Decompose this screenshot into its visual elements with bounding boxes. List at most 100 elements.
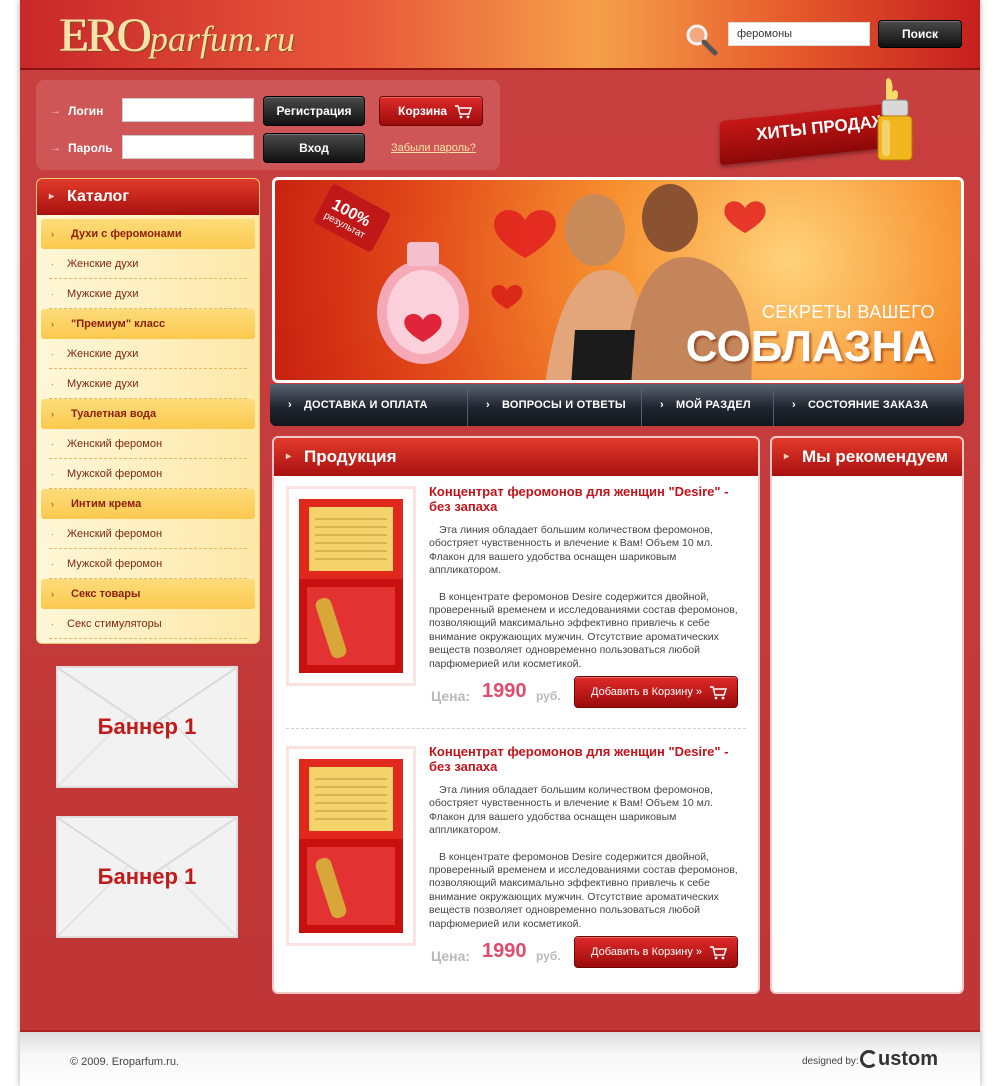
catalog-item-label: Секс товары: [71, 588, 141, 600]
site-logo[interactable]: EROparfum.ru: [60, 8, 295, 62]
add-to-cart-button[interactable]: Добавить в Корзину »: [574, 676, 738, 708]
catalog-group[interactable]: › Туалетная вода: [41, 399, 255, 429]
cart-icon: [710, 686, 727, 700]
catalog-group[interactable]: › Секс товары: [41, 579, 255, 609]
catalog-item[interactable]: · Мужские духи: [37, 279, 259, 309]
bullet-icon: ·: [51, 259, 54, 269]
catalog-item-label: Интим крема: [71, 498, 142, 510]
products-title: Продукция: [304, 447, 397, 466]
nav-item-my-section[interactable]: › МОЙ РАЗДЕЛ: [642, 384, 774, 426]
arrow-icon: ▸: [784, 451, 790, 462]
bullet-icon: ›: [51, 229, 54, 239]
bullet-icon: ·: [51, 619, 54, 629]
product-description: Эта линия обладает большим количеством ф…: [429, 784, 747, 944]
catalog-group[interactable]: › Духи с феромонами: [41, 219, 255, 249]
chevron-right-icon: ›: [792, 399, 796, 411]
catalog-item-label: Секс стимуляторы: [67, 618, 162, 630]
catalog-group[interactable]: › "Премиум" класс: [41, 309, 255, 339]
catalog-header: ▸ Каталог: [37, 179, 259, 215]
product-desc-1: Эта линия обладает большим количеством ф…: [429, 784, 713, 837]
price-currency: руб.: [536, 689, 561, 703]
add-to-cart-label: Добавить в Корзину »: [591, 686, 703, 698]
banner-label: Баннер 1: [97, 864, 197, 889]
banner-label: Баннер 1: [97, 714, 197, 739]
recommend-title: Мы рекомендуем: [802, 447, 949, 466]
catalog-item-label: Духи с феромонами: [71, 228, 182, 240]
catalog-item-label: Мужские духи: [67, 288, 139, 300]
arrow-icon: →: [50, 142, 61, 154]
add-to-cart-label: Добавить в Корзину »: [591, 946, 703, 958]
catalog-item[interactable]: · Женский феромон: [37, 429, 259, 459]
cart-button-label: Корзина: [398, 104, 448, 118]
product-title[interactable]: Концентрат феромонов для женщин "Desire"…: [429, 744, 729, 774]
hero-banner[interactable]: 100% результат СЕКРЕТЫ ВАШЕГО СОБЛАЗНА: [272, 177, 964, 383]
catalog-item[interactable]: · Женский феромон: [37, 519, 259, 549]
chevron-right-icon: ›: [486, 399, 490, 411]
lighter-icon: [877, 78, 913, 161]
product-divider: [286, 728, 746, 729]
header: EROparfum.ru Поиск: [20, 0, 980, 70]
arrow-icon: ▸: [49, 191, 55, 202]
product-image[interactable]: [286, 746, 416, 946]
cart-icon: [710, 946, 727, 960]
products-header: ▸ Продукция: [274, 438, 758, 476]
catalog-item[interactable]: · Секс стимуляторы: [37, 609, 259, 639]
catalog-separator: [49, 638, 247, 639]
product-title[interactable]: Концентрат феромонов для женщин "Desire"…: [429, 484, 729, 514]
arrow-icon: →: [50, 105, 61, 117]
add-to-cart-button[interactable]: Добавить в Корзину »: [574, 936, 738, 968]
catalog-item-label: "Премиум" класс: [71, 318, 166, 330]
password-label: Пароль: [68, 141, 113, 155]
catalog-item-label: Женские духи: [67, 258, 139, 270]
nav-label: ВОПРОСЫ И ОТВЕТЫ: [502, 399, 626, 411]
nav-label: ДОСТАВКА И ОПЛАТА: [304, 399, 428, 411]
login-button[interactable]: Вход: [263, 133, 365, 163]
password-field[interactable]: [122, 135, 254, 159]
catalog-group[interactable]: › Интим крема: [41, 489, 255, 519]
cart-button[interactable]: Корзина: [379, 96, 483, 126]
catalog-item[interactable]: · Женские духи: [37, 339, 259, 369]
magnifier-icon: [686, 24, 718, 56]
arrow-icon: ▸: [286, 451, 292, 462]
ad-banner-1[interactable]: Баннер 1: [56, 666, 238, 788]
logo-ero: ERO: [60, 9, 152, 62]
catalog-list: › Духи с феромонами · Женские духи · Мужские …: [37, 215, 259, 639]
search-button[interactable]: Поиск: [878, 20, 962, 48]
catalog-item[interactable]: · Мужские духи: [37, 369, 259, 399]
bullet-icon: ›: [51, 319, 54, 329]
ad-banner-2[interactable]: Баннер 1: [56, 816, 238, 938]
login-field[interactable]: [122, 98, 254, 122]
catalog-item[interactable]: · Мужской феромон: [37, 459, 259, 489]
forgot-password-link[interactable]: Забыли пароль?: [391, 142, 476, 154]
catalog-item[interactable]: · Мужской феромон: [37, 549, 259, 579]
price-value: 1990: [482, 680, 527, 702]
footer: © 2009. Eroparfum.ru. designed by: ustom: [20, 1030, 980, 1086]
copyright: © 2009. Eroparfum.ru.: [70, 1056, 179, 1068]
nav-item-delivery[interactable]: › ДОСТАВКА И ОПЛАТА: [270, 384, 468, 426]
price-label: Цена:: [431, 688, 471, 704]
nav-item-order-status[interactable]: › СОСТОЯНИЕ ЗАКАЗА: [774, 384, 964, 426]
recommend-header: ▸ Мы рекомендуем: [772, 438, 962, 476]
price-currency: руб.: [536, 949, 561, 963]
nav-item-faq[interactable]: › ВОПРОСЫ И ОТВЕТЫ: [468, 384, 642, 426]
price-label: Цена:: [431, 948, 471, 964]
catalog-item[interactable]: · Женские духи: [37, 249, 259, 279]
bullet-icon: ·: [51, 529, 54, 539]
designed-by-label: designed by:: [802, 1056, 859, 1067]
product-description: Эта линия обладает большим количеством ф…: [429, 524, 747, 684]
product-image[interactable]: [286, 486, 416, 686]
register-button[interactable]: Регистрация: [263, 96, 365, 126]
bullet-icon: ·: [51, 289, 54, 299]
bullet-icon: ·: [51, 349, 54, 359]
bullet-icon: ›: [51, 589, 54, 599]
search-input[interactable]: [728, 22, 870, 46]
product-card: Концентрат феромонов для женщин "Desire"…: [286, 476, 746, 716]
designer-logo[interactable]: ustom: [860, 1048, 938, 1071]
product-card: Концентрат феромонов для женщин "Desire"…: [286, 736, 746, 976]
catalog-item-label: Мужские духи: [67, 378, 139, 390]
catalog-sidebar: ▸ Каталог › Духи с феромонами · Женские дух…: [36, 178, 260, 644]
catalog-item-label: Туалетная вода: [71, 408, 157, 420]
main-nav: › ДОСТАВКА И ОПЛАТА › ВОПРОСЫ И ОТВЕТЫ ›…: [270, 384, 964, 426]
product-desc-2: В концентрате феромонов Desire содержитс…: [429, 850, 738, 930]
catalog-item-label: Женский феромон: [67, 528, 163, 540]
